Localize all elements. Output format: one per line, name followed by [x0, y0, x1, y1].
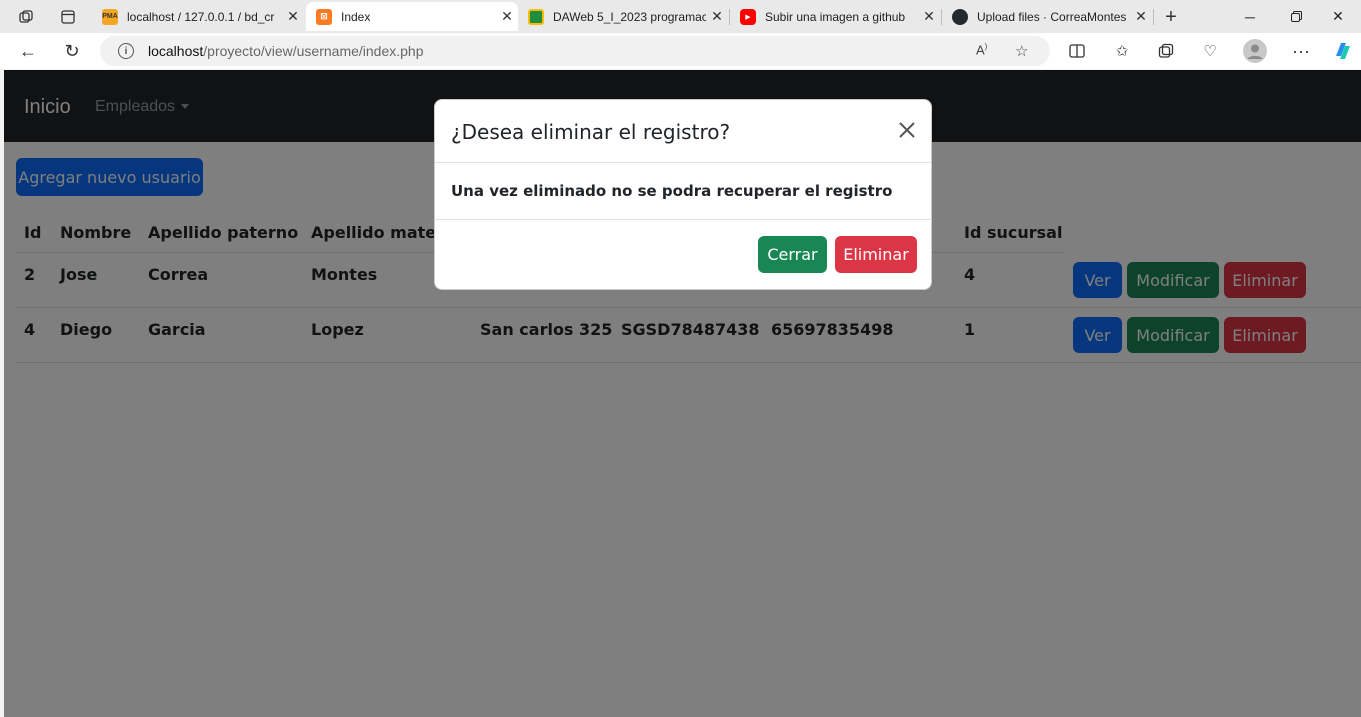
modal-body-text: Una vez eliminado no se podra recuperar … [451, 182, 893, 200]
new-tab-icon[interactable]: + [1160, 6, 1182, 28]
tab-label: DAWeb 5_I_2023 programac [553, 9, 706, 24]
close-window-icon[interactable]: ✕ [1315, 0, 1361, 33]
split-screen-icon[interactable] [1065, 40, 1089, 62]
tab-close-icon[interactable]: ✕ [1130, 8, 1152, 25]
profile-avatar-icon[interactable] [1243, 39, 1267, 63]
collections-icon[interactable] [1154, 40, 1178, 62]
tab-label: Index [341, 9, 371, 24]
refresh-icon[interactable]: ↻ [60, 40, 84, 62]
tab-index[interactable]: ⊠ Index ✕ [306, 2, 518, 31]
modal-title: ¿Desea eliminar el registro? [451, 120, 731, 144]
url-host: localhost [148, 43, 204, 59]
phpmyadmin-icon: PMA [102, 8, 118, 25]
favorites-icon[interactable]: ✩ [1110, 40, 1134, 62]
confirm-delete-button[interactable]: Eliminar [835, 236, 917, 273]
tab-label: Upload files · CorreaMontes [977, 9, 1127, 24]
close-icon[interactable] [897, 120, 919, 142]
browser-tab-bar: PMA localhost / 127.0.0.1 / bd_cr ✕ ⊠ In… [0, 0, 1361, 33]
tab-github[interactable]: Upload files · CorreaMontes ✕ [942, 2, 1152, 31]
tab-label: Subir una imagen a github [765, 9, 906, 24]
site-info-icon[interactable]: i [118, 43, 134, 59]
tab-close-icon[interactable]: ✕ [706, 8, 728, 25]
tab-separator [1153, 9, 1154, 25]
read-aloud-icon[interactable]: A) [976, 42, 987, 57]
tab-phpmyadmin[interactable]: PMA localhost / 127.0.0.1 / bd_cr ✕ [92, 2, 304, 31]
restore-icon[interactable] [1273, 0, 1319, 33]
copilot-icon[interactable] [1331, 40, 1355, 62]
xampp-icon: ⊠ [316, 8, 332, 25]
minimize-icon[interactable]: ─ [1227, 0, 1273, 33]
modal-header-divider [435, 162, 931, 163]
modal-footer-divider [435, 219, 931, 220]
tab-close-icon[interactable]: ✕ [496, 8, 518, 25]
workspaces-icon[interactable] [15, 6, 37, 28]
favorite-star-icon[interactable]: ☆ [1015, 42, 1028, 60]
github-icon [952, 8, 968, 25]
url-path: /proyecto/view/username/index.php [203, 43, 424, 59]
browser-essentials-icon[interactable]: ♡ [1198, 40, 1222, 62]
tab-classroom[interactable]: DAWeb 5_I_2023 programac ✕ [518, 2, 728, 31]
web-page: Inicio Empleados Agregar nuevo usuario I… [4, 70, 1361, 717]
tab-actions-icon[interactable] [57, 6, 79, 28]
url-field[interactable]: i localhost/proyecto/view/username/index… [100, 36, 1050, 66]
delete-confirm-modal: ¿Desea eliminar el registro? Una vez eli… [434, 99, 932, 290]
tab-youtube[interactable]: ▶ Subir una imagen a github ✕ [730, 2, 940, 31]
more-menu-icon[interactable]: ··· [1289, 40, 1313, 62]
classroom-icon [528, 8, 544, 25]
tab-close-icon[interactable]: ✕ [282, 8, 304, 25]
tab-close-icon[interactable]: ✕ [918, 8, 940, 25]
youtube-icon: ▶ [740, 8, 756, 25]
tab-label: localhost / 127.0.0.1 / bd_cr [127, 9, 275, 24]
close-button[interactable]: Cerrar [758, 236, 827, 273]
back-icon[interactable]: ← [16, 40, 40, 62]
